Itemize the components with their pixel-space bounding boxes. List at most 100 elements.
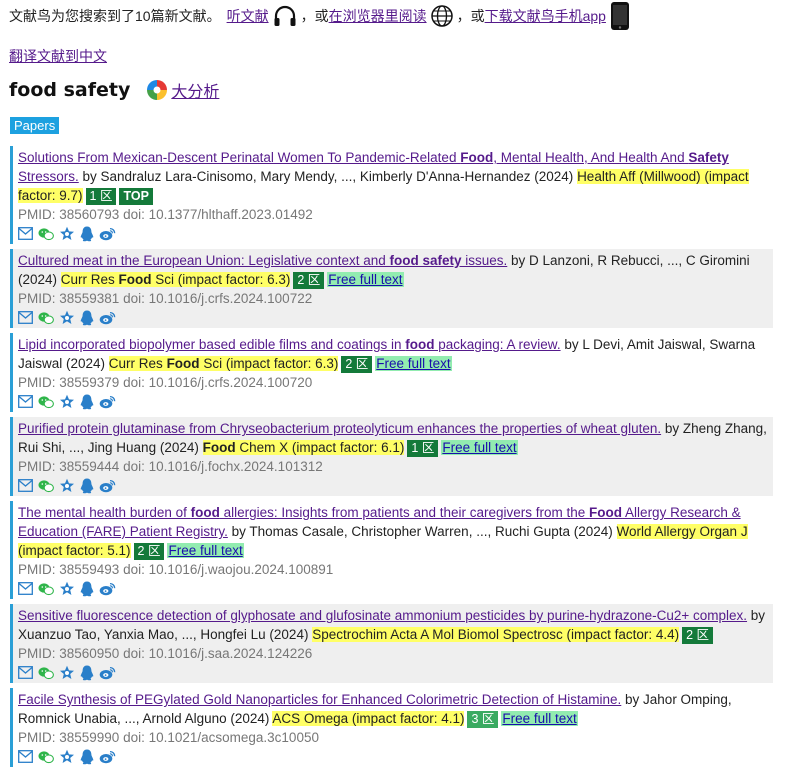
- star-icon[interactable]: [59, 581, 75, 596]
- paper-title-link[interactable]: Purified protein glutaminase from Chryse…: [18, 421, 661, 436]
- mail-icon[interactable]: [18, 479, 33, 492]
- weibo-icon[interactable]: [99, 582, 116, 596]
- paper-ids: PMID: 38559493 doi: 10.1016/j.waojou.202…: [18, 562, 334, 577]
- title-keyword: food: [190, 505, 220, 520]
- weibo-icon[interactable]: [99, 750, 116, 764]
- paper-title-link[interactable]: Sensitive fluorescence detection of glyp…: [18, 608, 747, 623]
- title-keyword: Safety: [688, 150, 729, 165]
- journal-text: ACS Omega (impact factor: 4.1): [272, 711, 465, 726]
- mail-icon[interactable]: [18, 395, 33, 408]
- wechat-icon[interactable]: [38, 479, 54, 493]
- star-icon[interactable]: [59, 665, 75, 680]
- paper-citation: Sensitive fluorescence detection of glyp…: [18, 606, 767, 644]
- paper-item: Sensitive fluorescence detection of glyp…: [10, 604, 773, 683]
- journal-text: Spectrochim Acta A Mol Biomol Spectrosc …: [312, 627, 680, 642]
- weibo-icon[interactable]: [99, 666, 116, 680]
- zone-badge: 2 区: [133, 543, 165, 560]
- title-keyword: food safety: [389, 253, 462, 268]
- star-icon[interactable]: [59, 394, 75, 409]
- weibo-icon[interactable]: [99, 479, 116, 493]
- title-keyword: Food: [589, 505, 623, 520]
- journal-text: Curr Res: [108, 356, 167, 371]
- headphones-icon[interactable]: [272, 4, 298, 28]
- paper-ids: PMID: 38559381 doi: 10.1016/j.crfs.2024.…: [18, 291, 313, 306]
- listen-link[interactable]: 听文献: [227, 6, 269, 26]
- qq-icon[interactable]: [80, 226, 94, 242]
- weibo-icon[interactable]: [99, 311, 116, 325]
- free-full-text-link[interactable]: Free full text: [501, 711, 578, 726]
- journal-name: Curr Res Food Sci (impact factor: 6.3): [60, 272, 291, 287]
- paper-citation: Solutions From Mexican-Descent Perinatal…: [18, 148, 767, 205]
- analysis-link[interactable]: 大分析: [146, 78, 219, 102]
- star-icon[interactable]: [59, 478, 75, 493]
- weibo-icon[interactable]: [99, 227, 116, 241]
- mail-icon[interactable]: [18, 582, 33, 595]
- qq-icon[interactable]: [80, 581, 94, 597]
- globe-icon[interactable]: [430, 4, 454, 28]
- title-text: , Mental Health, And Health And: [493, 150, 689, 165]
- free-full-text-link[interactable]: Free full text: [375, 356, 452, 371]
- title-keyword: Food: [460, 150, 494, 165]
- journal-name: Food Chem X (impact factor: 6.1): [202, 440, 405, 455]
- mail-icon[interactable]: [18, 311, 33, 324]
- separator-text-1: ，或: [300, 8, 329, 24]
- free-full-text-link[interactable]: Free full text: [167, 543, 244, 558]
- paper-list: Solutions From Mexican-Descent Perinatal…: [10, 146, 773, 772]
- journal-text: Sci (impact factor: 6.3): [199, 356, 339, 371]
- translate-link[interactable]: 翻译文献到中文: [9, 46, 107, 66]
- paper-ids: PMID: 38559990 doi: 10.1021/acsomega.3c1…: [18, 730, 319, 745]
- title-text: Cultured meat in the European Union: Leg…: [18, 253, 390, 268]
- paper-title-link[interactable]: Cultured meat in the European Union: Leg…: [18, 253, 507, 268]
- wechat-icon[interactable]: [38, 395, 54, 409]
- star-icon[interactable]: [59, 749, 75, 764]
- journal-text: Curr Res: [60, 272, 119, 287]
- paper-citation: Facile Synthesis of PEGylated Gold Nanop…: [18, 690, 767, 728]
- weibo-icon[interactable]: [99, 395, 116, 409]
- share-icons: [18, 748, 767, 765]
- mail-icon[interactable]: [18, 666, 33, 679]
- wechat-icon[interactable]: [38, 666, 54, 680]
- paper-item: Facile Synthesis of PEGylated Gold Nanop…: [10, 688, 773, 767]
- paper-title-link[interactable]: Facile Synthesis of PEGylated Gold Nanop…: [18, 692, 621, 707]
- share-icons: [18, 309, 767, 326]
- qq-icon[interactable]: [80, 665, 94, 681]
- share-icons: [18, 225, 767, 242]
- title-text: Purified protein glutaminase from Chryse…: [18, 421, 662, 436]
- star-icon[interactable]: [59, 226, 75, 241]
- paper-title-link[interactable]: Lipid incorporated biopolymer based edib…: [18, 337, 561, 352]
- share-icons: [18, 393, 767, 410]
- wechat-icon[interactable]: [38, 750, 54, 764]
- paper-item: The mental health burden of food allergi…: [10, 501, 773, 599]
- title-text: allergies: Insights from patients and th…: [219, 505, 590, 520]
- qq-icon[interactable]: [80, 310, 94, 326]
- qq-icon[interactable]: [80, 749, 94, 765]
- wechat-icon[interactable]: [38, 311, 54, 325]
- title-text: Stressors.: [18, 169, 79, 184]
- zone-badge: 1 区: [407, 440, 439, 457]
- star-icon[interactable]: [59, 310, 75, 325]
- paper-citation: The mental health burden of food allergi…: [18, 503, 767, 560]
- free-full-text-link[interactable]: Free full text: [327, 272, 404, 287]
- qq-icon[interactable]: [80, 478, 94, 494]
- download-app-link[interactable]: 下载文献鸟手机app: [485, 6, 606, 26]
- wechat-icon[interactable]: [38, 227, 54, 241]
- free-full-text-link[interactable]: Free full text: [441, 440, 518, 455]
- paper-ids: PMID: 38560793 doi: 10.1377/hlthaff.2023…: [18, 207, 313, 222]
- share-icons: [18, 580, 767, 597]
- share-icons: [18, 477, 767, 494]
- title-text: Lipid incorporated biopolymer based edib…: [18, 337, 406, 352]
- mail-icon[interactable]: [18, 227, 33, 240]
- journal-name: Spectrochim Acta A Mol Biomol Spectrosc …: [312, 627, 680, 642]
- qq-icon[interactable]: [80, 394, 94, 410]
- wechat-icon[interactable]: [38, 582, 54, 596]
- page-title: food safety: [9, 79, 131, 101]
- mail-icon[interactable]: [18, 750, 33, 763]
- browser-read-link[interactable]: 在浏览器里阅读: [329, 6, 427, 26]
- zone-badge: 2 区: [293, 272, 325, 289]
- top-message-bar: 文献鸟为您搜索到了10篇新文献。 听文献 ，或 在浏览器里阅读 ，或 下载文献鸟…: [9, 0, 634, 32]
- journal-keyword: Food: [202, 440, 236, 455]
- paper-ids: PMID: 38559379 doi: 10.1016/j.crfs.2024.…: [18, 375, 313, 390]
- mobile-phone-icon[interactable]: [609, 1, 631, 31]
- paper-item: Cultured meat in the European Union: Leg…: [10, 249, 773, 328]
- top-badge: TOP: [119, 188, 153, 205]
